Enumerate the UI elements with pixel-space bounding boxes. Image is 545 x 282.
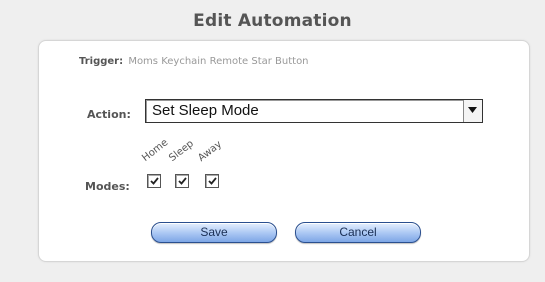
checkmark-icon xyxy=(150,177,159,185)
modes-label: Modes: xyxy=(85,180,130,193)
save-button[interactable]: Save xyxy=(151,222,277,243)
checkmark-icon xyxy=(178,177,187,185)
action-selected-value: Set Sleep Mode xyxy=(152,102,259,119)
mode-header-away: Away xyxy=(196,138,225,164)
action-select[interactable]: Set Sleep Mode xyxy=(145,99,483,123)
trigger-label: Trigger: xyxy=(79,56,124,67)
trigger-row: Trigger: Moms Keychain Remote Star Butto… xyxy=(79,56,309,67)
action-dropdown-button[interactable] xyxy=(463,100,482,122)
mode-header-home: Home xyxy=(140,137,171,164)
edit-automation-window: Edit Automation Trigger: Moms Keychain R… xyxy=(0,0,545,282)
cancel-button[interactable]: Cancel xyxy=(295,222,421,243)
automation-form-panel: Trigger: Moms Keychain Remote Star Butto… xyxy=(38,40,530,262)
mode-header-sleep: Sleep xyxy=(167,138,196,164)
mode-checkbox-home[interactable] xyxy=(147,174,161,188)
trigger-value: Moms Keychain Remote Star Button xyxy=(128,56,309,67)
page-title: Edit Automation xyxy=(193,11,352,31)
action-label: Action: xyxy=(87,108,131,121)
mode-checkbox-sleep[interactable] xyxy=(175,174,189,188)
mode-checkbox-away[interactable] xyxy=(205,174,219,188)
checkmark-icon xyxy=(208,177,217,185)
